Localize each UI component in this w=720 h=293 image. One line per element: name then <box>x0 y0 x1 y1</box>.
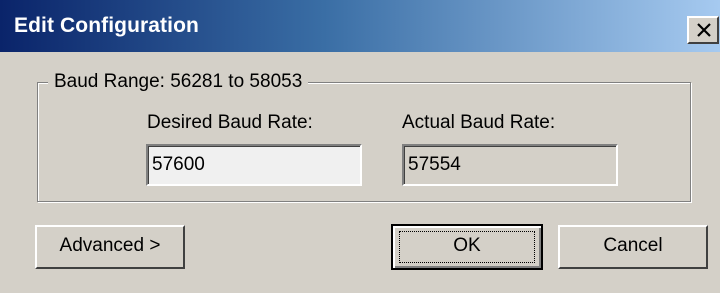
edit-configuration-dialog: Edit Configuration Baud Range: 56281 to … <box>0 0 720 293</box>
desired-baud-rate-input[interactable]: 57600 <box>146 144 362 186</box>
title-bar[interactable]: Edit Configuration <box>0 0 720 52</box>
desired-baud-rate-label: Desired Baud Rate: <box>147 112 313 133</box>
cancel-button[interactable]: Cancel <box>558 225 708 269</box>
baud-range-legend: Baud Range: 56281 to 58053 <box>48 71 309 93</box>
dialog-title: Edit Configuration <box>14 14 199 37</box>
close-icon <box>697 23 711 37</box>
advanced-button[interactable]: Advanced > <box>35 225 185 269</box>
focus-rectangle <box>399 231 535 263</box>
ok-button[interactable]: OK <box>391 224 543 270</box>
close-button[interactable] <box>687 16 719 44</box>
actual-baud-rate-label: Actual Baud Rate: <box>402 112 556 133</box>
actual-baud-rate-field: 57554 <box>402 144 618 186</box>
